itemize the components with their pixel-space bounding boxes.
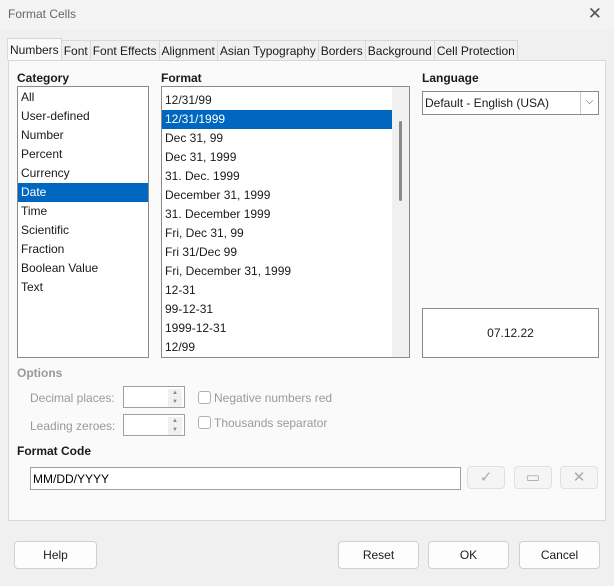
tab-font-effects[interactable]: Font Effects [89, 40, 160, 60]
language-dropdown[interactable]: Default - English (USA) ⌵ [422, 91, 599, 115]
format-list[interactable]: 12/31/99 12/31/1999 Dec 31, 99 Dec 31, 1999… [161, 86, 410, 358]
tab-numbers[interactable]: Numbers [7, 38, 62, 60]
preview-text: 07.12.22 [487, 326, 534, 340]
comment-icon: ▭ [525, 469, 541, 486]
format-item[interactable]: 31. December 1999 [162, 205, 392, 224]
preview-box: 07.12.22 [422, 308, 599, 358]
format-item[interactable]: Fri, Dec 31, 99 [162, 224, 392, 243]
category-item[interactable]: User-defined [18, 107, 148, 126]
format-scrollbar[interactable] [392, 87, 409, 357]
help-button[interactable]: Help [14, 541, 97, 569]
chevron-down-icon[interactable]: ⌵ [580, 92, 598, 114]
tab-alignment[interactable]: Alignment [158, 40, 218, 60]
close-icon[interactable]: ✕ [588, 4, 602, 24]
thousands-separator-label: Thousands separator [214, 416, 328, 430]
delete-icon: ✕ [572, 469, 586, 486]
spin-down-icon[interactable]: ▼ [168, 398, 182, 407]
format-item[interactable]: 12-31 [162, 281, 392, 300]
category-item[interactable]: Time [18, 202, 148, 221]
tab-borders[interactable]: Borders [317, 40, 366, 60]
category-item[interactable]: Number [18, 126, 148, 145]
category-item[interactable]: Percent [18, 145, 148, 164]
spin-down-icon[interactable]: ▼ [168, 426, 182, 435]
tab-cell-protection[interactable]: Cell Protection [433, 40, 518, 60]
format-item[interactable]: 12/31/99 [162, 91, 392, 110]
leading-zeroes-spinner[interactable]: ▲ ▼ [123, 414, 185, 436]
leading-zeroes-label: Leading zeroes: [30, 419, 116, 433]
format-code-input[interactable] [30, 467, 461, 490]
category-item[interactable]: Currency [18, 164, 148, 183]
category-item[interactable]: Text [18, 278, 148, 297]
category-item[interactable]: All [18, 88, 148, 107]
format-item[interactable]: 12/31/1999 [162, 110, 392, 129]
format-label: Format [161, 71, 202, 85]
category-label: Category [17, 71, 70, 85]
scrollbar-thumb[interactable] [399, 121, 402, 201]
format-item[interactable]: 1999-12-31 [162, 319, 392, 338]
negative-red-label: Negative numbers red [214, 391, 333, 405]
decimal-places-spinner[interactable]: ▲ ▼ [123, 386, 185, 408]
spin-up-icon[interactable]: ▲ [168, 389, 182, 398]
options-label: Options [17, 366, 63, 380]
tab-font[interactable]: Font [60, 40, 91, 60]
tab-asian-typography[interactable]: Asian Typography [216, 40, 319, 60]
format-item[interactable]: Dec 31, 1999 [162, 148, 392, 167]
category-item[interactable]: Fraction [18, 240, 148, 259]
tab-background[interactable]: Background [364, 40, 435, 60]
add-format-button[interactable]: ✓ [467, 466, 505, 489]
cancel-button[interactable]: Cancel [519, 541, 600, 569]
format-item[interactable]: 99-12-31 [162, 300, 392, 319]
language-value: Default - English (USA) [425, 96, 550, 110]
window-title: Format Cells [8, 7, 77, 21]
tab-bar: Numbers Font Font Effects Alignment Asia… [7, 38, 518, 60]
spin-up-icon[interactable]: ▲ [168, 417, 182, 426]
format-item[interactable]: 12/99 [162, 338, 392, 357]
ok-button[interactable]: OK [428, 541, 509, 569]
decimal-places-label: Decimal places: [30, 391, 115, 405]
check-icon: ✓ [479, 469, 493, 486]
category-item[interactable]: Date [18, 183, 148, 202]
category-item[interactable]: Scientific [18, 221, 148, 240]
format-item[interactable]: Fri 31/Dec 99 [162, 243, 392, 262]
category-item[interactable]: Boolean Value [18, 259, 148, 278]
format-item[interactable]: December 31, 1999 [162, 186, 392, 205]
title-bar: Format Cells ✕ [0, 0, 614, 30]
delete-format-button[interactable]: ✕ [560, 466, 598, 489]
edit-comment-button[interactable]: ▭ [514, 466, 552, 489]
language-label: Language [422, 71, 479, 85]
format-item[interactable]: Dec 31, 99 [162, 129, 392, 148]
thousands-separator-checkbox[interactable] [198, 416, 211, 429]
category-list[interactable]: All User-defined Number Percent Currency Date… [17, 86, 149, 358]
format-item[interactable]: 31. Dec. 1999 [162, 167, 392, 186]
negative-red-checkbox[interactable] [198, 391, 211, 404]
reset-button[interactable]: Reset [338, 541, 419, 569]
format-code-label: Format Code [17, 444, 92, 458]
format-item[interactable]: Fri, December 31, 1999 [162, 262, 392, 281]
